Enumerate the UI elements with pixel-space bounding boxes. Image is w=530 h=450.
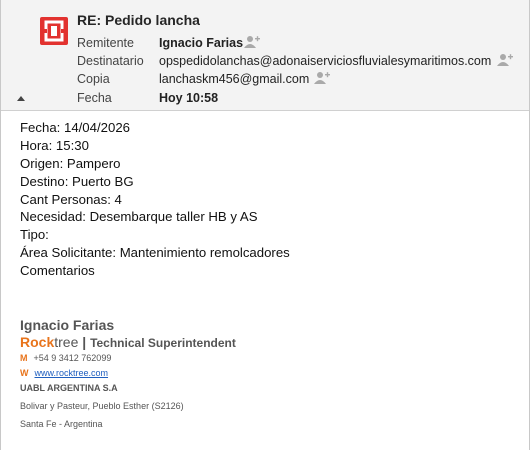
collapse-arrow-icon[interactable] xyxy=(17,96,25,101)
mobile-number: +54 9 3412 762099 xyxy=(33,353,112,363)
signature-address-2: Santa Fe - Argentina xyxy=(20,419,103,429)
cc-label: Copia xyxy=(77,72,110,86)
sender-label: Remitente xyxy=(77,36,134,50)
signature-name: Ignacio Farias xyxy=(20,317,115,333)
body-line: Área Solicitante: Mantenimiento remolcad… xyxy=(20,245,290,261)
signature-company: UABL ARGENTINA S.A xyxy=(20,383,118,393)
body-line: Destino: Puerto BG xyxy=(20,173,134,189)
message-header: RE: Pedido lancha Remitente Ignacio Fari… xyxy=(1,0,529,111)
web-key: W xyxy=(20,368,29,378)
body-line: Necesidad: Desembarque taller HB y AS xyxy=(20,209,258,225)
body-line: Cant Personas: 4 xyxy=(20,191,122,207)
brand-separator: | xyxy=(82,334,87,350)
brand-rock: Rock xyxy=(20,334,55,350)
add-contact-icon[interactable] xyxy=(497,53,513,67)
email-signature: Ignacio Farias Rocktree | Technical Supe… xyxy=(20,317,236,432)
signature-address-1: Bolivar y Pasteur, Pueblo Esther (S2126) xyxy=(20,401,184,411)
date-label: Fecha xyxy=(77,91,112,105)
sender-value[interactable]: Ignacio Farias xyxy=(159,35,243,51)
date-value: Hoy 10:58 xyxy=(159,91,219,105)
message-body: Fecha: 14/04/2026 Hora: 15:30 Origen: Pa… xyxy=(20,119,290,280)
recipient-value[interactable]: opspedidolanchas@adonaiserviciosfluviale… xyxy=(159,53,491,69)
add-contact-icon[interactable] xyxy=(314,71,330,85)
body-line: Hora: 15:30 xyxy=(20,137,89,153)
cc-value[interactable]: lanchaskm456@gmail.com xyxy=(159,71,309,87)
signature-web: Wwww.rocktree.com xyxy=(20,366,236,381)
recipient-label: Destinatario xyxy=(77,54,144,68)
web-link[interactable]: www.rocktree.com xyxy=(35,368,109,378)
signature-brand: Rocktree | Technical Superintendent xyxy=(20,334,236,351)
body-line: Comentarios xyxy=(20,263,95,279)
message-subject: RE: Pedido lancha xyxy=(77,12,200,28)
office-logo-icon xyxy=(40,17,68,45)
mobile-key: M xyxy=(20,353,28,363)
body-line: Fecha: 14/04/2026 xyxy=(20,120,130,135)
brand-tree: tree xyxy=(54,334,79,350)
add-contact-icon[interactable] xyxy=(244,35,260,49)
body-line: Tipo: xyxy=(20,227,49,243)
signature-role: Technical Superintendent xyxy=(90,336,236,350)
body-line: Origen: Pampero xyxy=(20,155,121,171)
signature-mobile: M +54 9 3412 762099 xyxy=(20,351,236,366)
